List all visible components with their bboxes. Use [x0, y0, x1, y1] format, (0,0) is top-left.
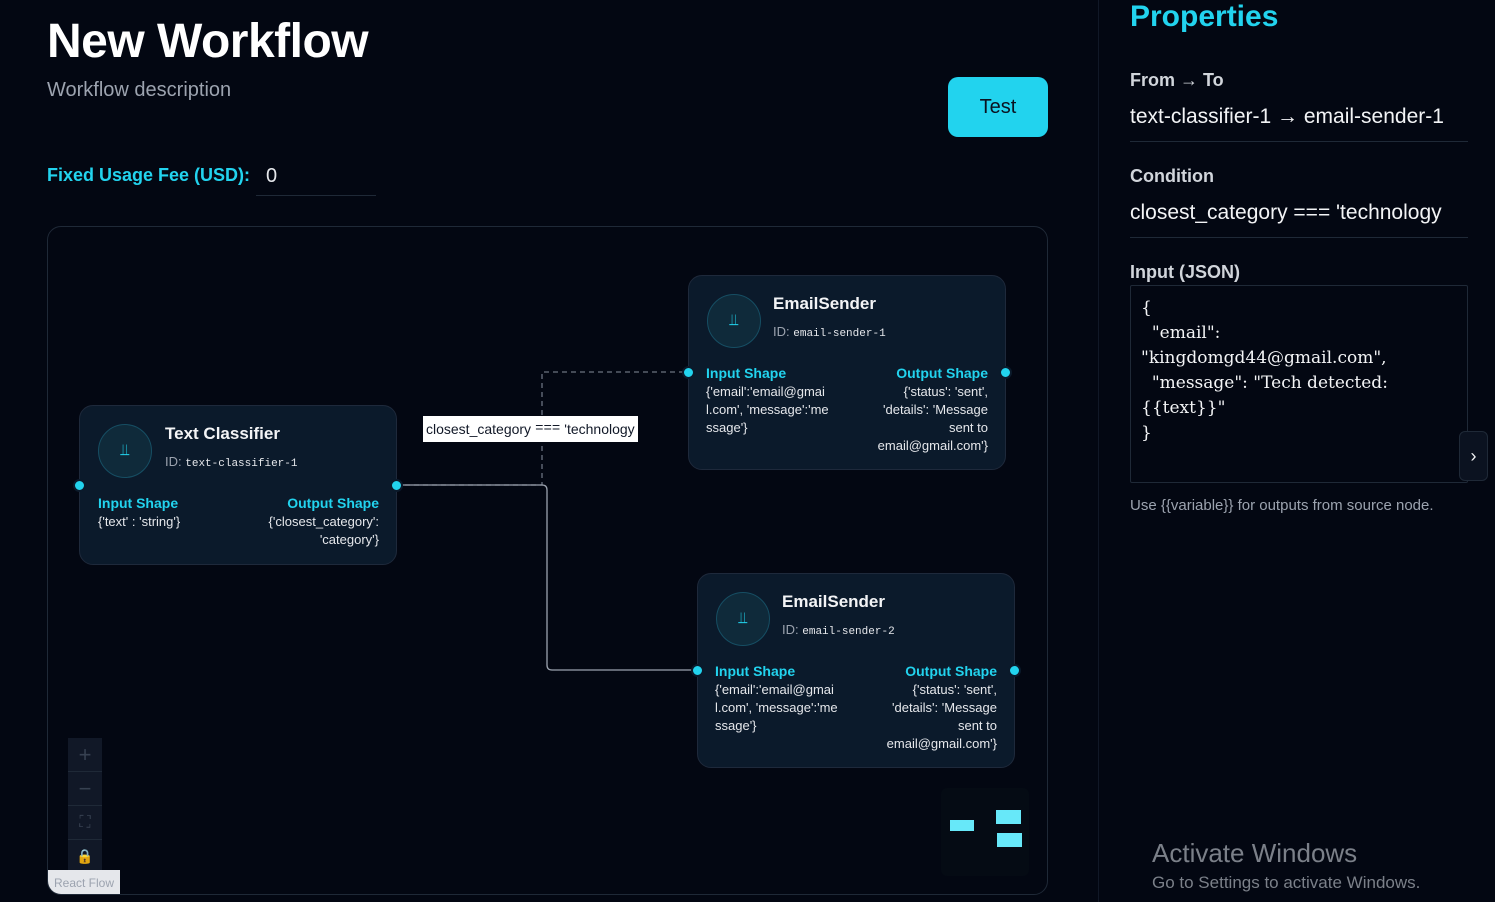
workflow-description[interactable]: Workflow description — [47, 79, 231, 102]
output-shape-header: Output Shape — [905, 663, 997, 679]
variable-hint: Use {{variable}} for outputs from source… — [1130, 497, 1434, 514]
input-json-textarea[interactable]: { "email": "kingdomgd44@gmail.com", "mes… — [1130, 285, 1468, 483]
minimap-node — [950, 820, 974, 831]
output-handle[interactable] — [1008, 664, 1021, 677]
edge-label-left: closest_category — [426, 421, 532, 437]
node-email-sender-2[interactable]: ⫫ EmailSender ID: email-sender-2 Input S… — [691, 573, 1021, 768]
properties-title: Properties — [1130, 0, 1279, 33]
minimap[interactable] — [941, 788, 1029, 876]
input-shape-value: {'email':'email@gmail.com', 'message':'m… — [706, 384, 829, 435]
react-flow-attribution[interactable]: React Flow — [48, 870, 120, 894]
node-id: ID: email-sender-1 — [773, 324, 886, 340]
node-id: ID: text-classifier-1 — [165, 454, 297, 470]
anchor-icon: ⫫ — [707, 294, 761, 348]
node-id-value: text-classifier-1 — [185, 458, 298, 470]
input-handle[interactable] — [73, 479, 86, 492]
zoom-out-button[interactable]: − — [68, 772, 102, 806]
activate-windows-subtitle: Go to Settings to activate Windows. — [1152, 873, 1421, 892]
input-shape-header: Input Shape — [715, 663, 796, 679]
edge-default[interactable] — [396, 484, 698, 671]
flow-canvas[interactable]: closest_category === 'technology ⫫ Text … — [47, 226, 1048, 895]
node-id-label: ID: — [782, 622, 799, 637]
input-shape-header: Input Shape — [706, 365, 787, 381]
input-shape-header: Input Shape — [98, 495, 179, 511]
node-id-value: email-sender-1 — [793, 328, 886, 340]
fee-input[interactable] — [256, 158, 376, 196]
output-handle[interactable] — [390, 479, 403, 492]
lock-button[interactable]: 🔒 — [68, 840, 102, 874]
minimap-node — [996, 810, 1021, 824]
workflow-editor: New Workflow Workflow description Test F… — [0, 0, 1098, 902]
node-title: EmailSender — [782, 592, 885, 611]
input-shape-value: {'text' : 'string'} — [98, 514, 181, 529]
activate-windows-title: Activate Windows — [1152, 838, 1358, 868]
app: New Workflow Workflow description Test F… — [0, 0, 1495, 902]
output-shape-value: {'status': 'sent', 'details': 'Message s… — [877, 384, 988, 453]
minimap-node — [997, 833, 1022, 847]
flow-controls: + − ⛶ 🔒 — [68, 738, 102, 874]
node-id-label: ID: — [773, 324, 790, 339]
node-id: ID: email-sender-2 — [782, 622, 895, 638]
edge-label-operator: === — [535, 421, 561, 437]
anchor-icon: ⫫ — [716, 592, 770, 646]
input-shape-value: {'email':'email@gmail.com', 'message':'m… — [715, 682, 838, 733]
condition-input[interactable]: closest_category === 'technology — [1130, 201, 1468, 238]
node-id-label: ID: — [165, 454, 182, 469]
fee-label: Fixed Usage Fee (USD): — [47, 165, 251, 185]
node-title: Text Classifier — [165, 424, 280, 443]
node-email-sender-1[interactable]: ⫫ EmailSender ID: email-sender-1 Input S… — [682, 275, 1012, 470]
edge-label-right: 'technology — [564, 421, 635, 437]
test-button[interactable]: Test — [948, 77, 1048, 137]
anchor-icon: ⫫ — [98, 424, 152, 478]
edge-condition-label[interactable]: closest_category === 'technology — [423, 416, 638, 442]
chevron-right-icon[interactable]: › — [1459, 431, 1488, 481]
fit-view-button[interactable]: ⛶ — [68, 806, 102, 840]
input-handle[interactable] — [682, 366, 695, 379]
node-id-value: email-sender-2 — [802, 626, 895, 638]
properties-panel: Properties From → To text-classifier-1 →… — [1098, 0, 1495, 902]
zoom-in-button[interactable]: + — [68, 738, 102, 772]
output-shape-value: {'closest_category': 'category'} — [268, 514, 379, 547]
input-handle[interactable] — [691, 664, 704, 677]
output-shape-header: Output Shape — [287, 495, 379, 511]
node-text-classifier[interactable]: ⫫ Text Classifier ID: text-classifier-1 … — [73, 405, 403, 565]
workflow-title[interactable]: New Workflow — [47, 14, 369, 69]
condition-label: Condition — [1130, 166, 1214, 186]
input-json-label: Input (JSON) — [1130, 262, 1240, 282]
output-shape-header: Output Shape — [896, 365, 988, 381]
from-to-label: From → To — [1130, 70, 1224, 90]
from-to-value: text-classifier-1 → email-sender-1 — [1130, 105, 1468, 142]
node-title: EmailSender — [773, 294, 876, 313]
output-handle[interactable] — [999, 366, 1012, 379]
output-shape-value: {'status': 'sent', 'details': 'Message s… — [886, 682, 997, 751]
